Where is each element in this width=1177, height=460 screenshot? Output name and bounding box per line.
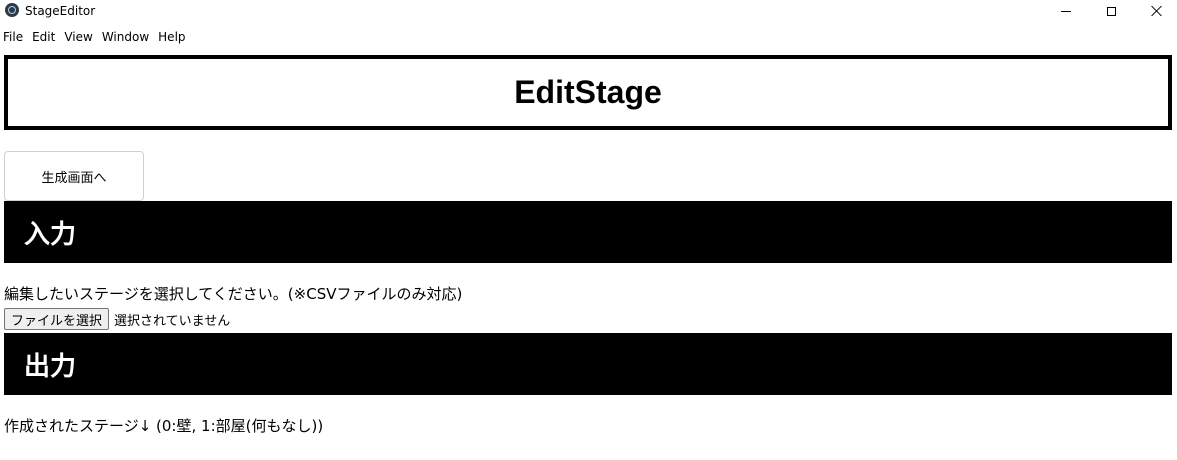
maximize-button[interactable] — [1088, 0, 1134, 22]
menu-view[interactable]: View — [61, 28, 98, 46]
file-status: 選択されていません — [114, 313, 231, 329]
close-icon — [1151, 5, 1163, 17]
minimize-icon — [1061, 10, 1071, 12]
menu-window[interactable]: Window — [99, 28, 155, 46]
minimize-button[interactable] — [1043, 0, 1089, 22]
output-section-header: 出力 — [4, 333, 1172, 395]
menu-edit[interactable]: Edit — [29, 28, 61, 46]
output-description: 作成されたステージ↓ (0:壁, 1:部屋(何もなし)) — [4, 417, 324, 435]
window-title: StageEditor — [25, 4, 96, 18]
menu-file[interactable]: File — [0, 28, 29, 46]
title-bar: StageEditor — [0, 0, 1177, 22]
output-section-title: 出力 — [24, 351, 77, 382]
page-title: EditStage — [514, 74, 662, 110]
file-picker: ファイルを選択 選択されていません — [4, 308, 230, 330]
input-instruction: 編集したいステージを選択してください。(※CSVファイルのみ対応) — [4, 285, 463, 303]
app-icon — [5, 3, 19, 17]
close-button[interactable] — [1134, 0, 1177, 22]
choose-file-button[interactable]: ファイルを選択 — [4, 308, 110, 330]
maximize-icon — [1106, 6, 1116, 16]
menu-help[interactable]: Help — [155, 28, 191, 46]
menu-bar: File Edit View Window Help — [0, 28, 192, 46]
input-section-header: 入力 — [4, 201, 1172, 263]
go-to-generate-button[interactable]: 生成画面へ — [4, 151, 144, 201]
page-header: EditStage — [4, 55, 1172, 130]
input-section-title: 入力 — [24, 219, 77, 250]
